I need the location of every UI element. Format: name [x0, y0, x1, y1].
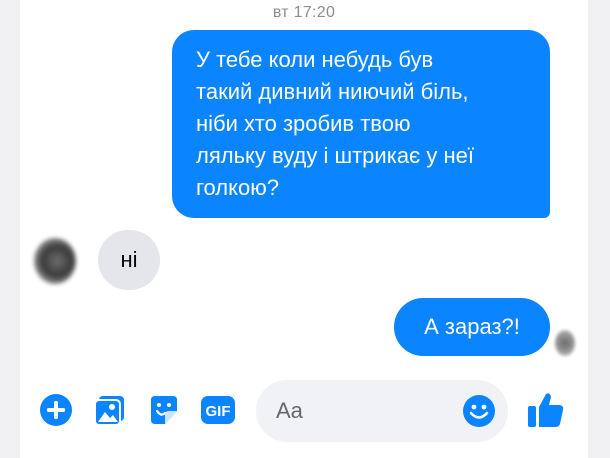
contact-avatar[interactable]: [34, 238, 76, 284]
seen-avatar: [555, 330, 575, 356]
message-line: ляльку вуду і штрикає у неї: [196, 143, 474, 168]
chat-window: вт 17:20 У тебе коли небудь був такий ди…: [20, 0, 588, 458]
message-line: ніби хто зробив твою: [196, 111, 411, 136]
thumbs-up-icon[interactable]: [526, 390, 566, 430]
message-line: голкою?: [196, 175, 279, 200]
gif-label: GIF: [206, 403, 231, 420]
smiley-icon[interactable]: [462, 394, 496, 428]
gif-button[interactable]: GIF: [200, 392, 236, 428]
photo-button[interactable]: [92, 392, 128, 428]
message-line: такий дивний ниючий біль,: [196, 79, 469, 104]
outgoing-message-bubble[interactable]: У тебе коли небудь був такий дивний ниюч…: [172, 30, 550, 218]
sticker-button[interactable]: [146, 392, 182, 428]
message-input-container[interactable]: [256, 380, 508, 442]
gif-icon: GIF: [201, 396, 235, 424]
message-line: У тебе коли небудь був: [196, 47, 434, 72]
message-timestamp: вт 17:20: [272, 4, 336, 21]
add-button[interactable]: [38, 392, 74, 428]
photo-icon: [94, 396, 124, 426]
message-composer: GIF: [20, 376, 588, 446]
outgoing-message-bubble[interactable]: А зараз?!: [394, 298, 550, 356]
plus-icon: [40, 394, 72, 426]
incoming-message-bubble[interactable]: ні: [98, 230, 160, 290]
message-input[interactable]: [276, 380, 446, 442]
sticker-icon: [151, 396, 177, 424]
